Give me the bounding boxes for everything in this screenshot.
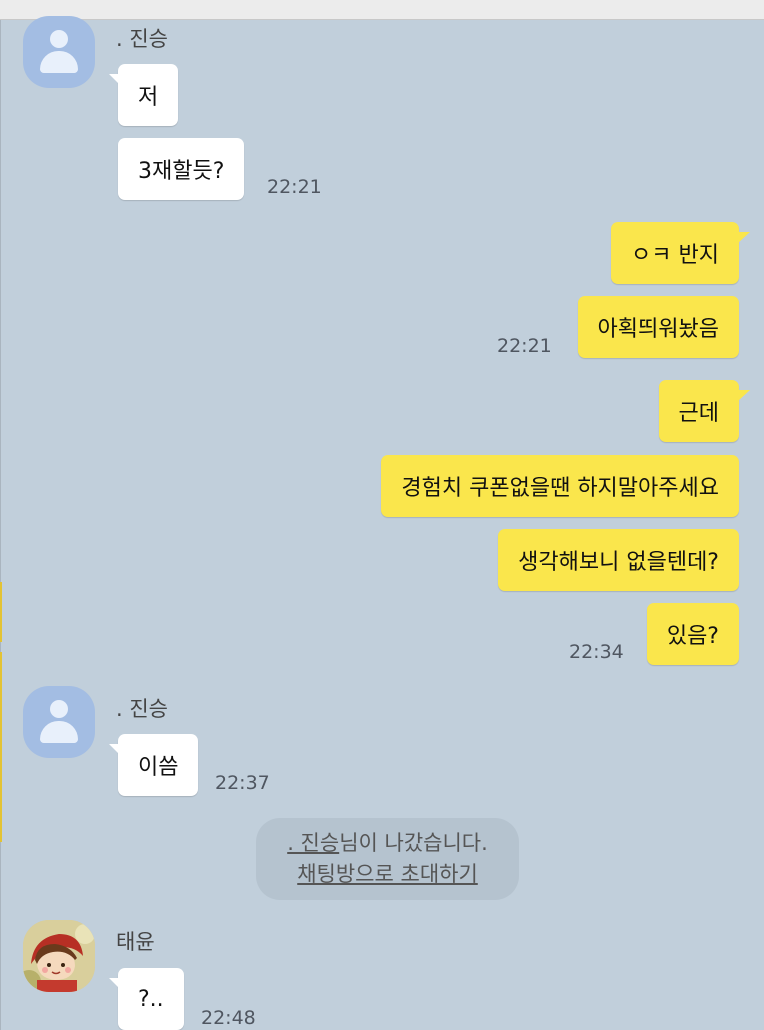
message-time: 22:21 xyxy=(497,335,552,357)
message-bubble[interactable]: ?.. xyxy=(109,968,184,1030)
sender-name: . 진승 xyxy=(116,697,168,721)
message-time: 22:21 xyxy=(267,176,322,198)
invite-to-chat-link[interactable]: 채팅방으로 초대하기 xyxy=(297,862,478,886)
person-silhouette-icon xyxy=(50,30,68,48)
avatar-taeyun[interactable] xyxy=(23,920,95,992)
message-bubble[interactable]: 저 xyxy=(108,64,179,126)
sender-name: . 진승 xyxy=(116,27,168,51)
person-silhouette-icon xyxy=(50,700,68,718)
message-time: 22:34 xyxy=(569,641,624,663)
window-top-bar xyxy=(0,0,764,20)
message-bubble[interactable]: 이씀 xyxy=(108,734,199,796)
message-bubble[interactable]: 근데 xyxy=(658,380,751,442)
profile-photo-icon xyxy=(23,920,95,992)
message-bubble[interactable]: ㅇㅋ 반지 xyxy=(611,222,750,284)
avatar-jinseung[interactable] xyxy=(23,686,95,758)
message-bubble[interactable]: 아획띄워놨음 xyxy=(577,296,739,358)
message-time: 22:48 xyxy=(201,1007,256,1029)
edge-marker xyxy=(0,582,2,642)
edge-marker xyxy=(0,652,2,842)
member-name-link[interactable]: . 진승 xyxy=(287,831,339,855)
leave-notice: . 진승님이 나갔습니다. 채팅방으로 초대하기 xyxy=(256,818,519,900)
message-bubble[interactable]: 경험치 쿠폰없을땐 하지말아주세요 xyxy=(381,455,739,517)
message-bubble[interactable]: 생각해보니 없을텐데? xyxy=(498,529,739,591)
message-time: 22:37 xyxy=(215,772,270,794)
message-bubble[interactable]: 3재할듯? xyxy=(118,138,245,200)
sender-name: 태윤 xyxy=(116,930,155,954)
window-edge xyxy=(0,20,1,1030)
avatar-jinseung[interactable] xyxy=(23,16,95,88)
message-bubble[interactable]: 있음? xyxy=(646,603,739,665)
